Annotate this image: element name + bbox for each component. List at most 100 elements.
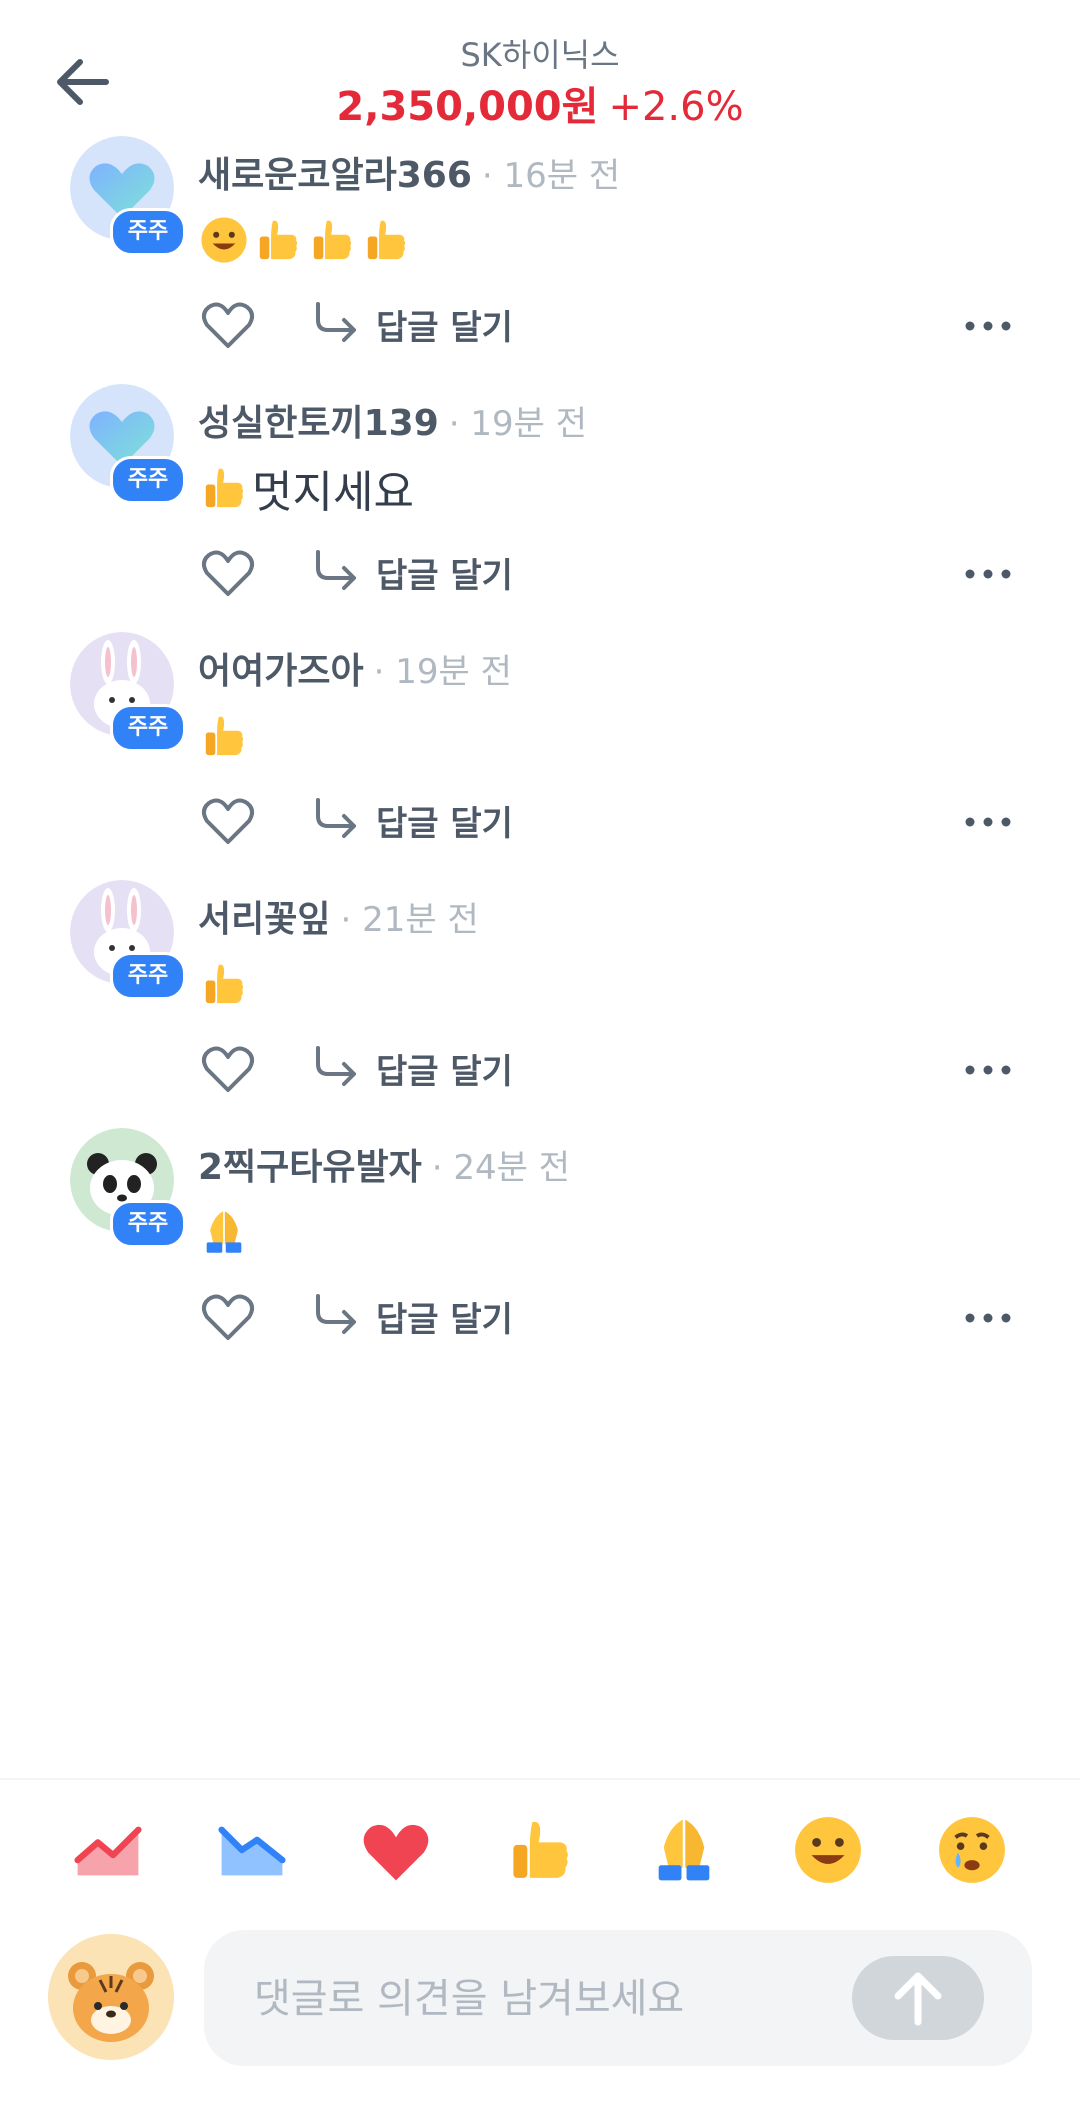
arrow-up-icon [894,1972,942,2026]
more-button[interactable] [958,542,1018,602]
folded-hands-emoji [206,1211,242,1253]
shareholder-badge: 주주 [110,208,186,256]
heart-outline-icon [202,302,254,348]
more-dots-icon [965,569,1011,579]
comment-actions: 답글 달기 [198,1286,1018,1350]
thumbs-up-emoji [205,964,244,1004]
author-name: 2찍구타유발자 [198,1147,422,1188]
more-button[interactable] [958,294,1018,354]
comment-author[interactable]: 서리꽃잎 · 21분 전 [198,890,479,942]
comment-author[interactable]: 성실한토끼139 · 19분 전 [198,394,587,446]
comment-author[interactable]: 새로운코알라366 · 16분 전 [198,146,620,198]
avatar[interactable]: 주주 [70,136,186,256]
shareholder-badge: 주주 [110,952,186,1000]
reaction-crying-face-button[interactable] [934,1812,1010,1888]
reply-arrow-icon [316,798,356,838]
reaction-folded-hands-button[interactable] [646,1812,722,1888]
comment-body [198,954,252,1014]
comment-actions: 답글 달기 [198,790,1018,854]
thumbs-up-emoji [360,214,412,266]
thumbs-up-emoji [313,220,352,260]
header: SK하이닉스 2,350,000원 +2.6% [0,0,1080,150]
reply-button[interactable]: 답글 달기 [310,542,513,602]
comment-item: 주주 2찍구타유발자 · 24분 전답글 달기 [0,1128,1080,1428]
my-avatar[interactable] [48,1934,174,2060]
shareholder-badge: 주주 [110,1200,186,1248]
comment-author[interactable]: 어여가즈아 · 19분 전 [198,642,512,694]
comment-time: · 16분 전 [481,156,621,196]
like-button[interactable] [198,1286,258,1346]
stock-name: SK하이닉스 [460,36,620,74]
comment-actions: 답글 달기 [198,294,1018,358]
more-button[interactable] [958,1286,1018,1346]
like-button[interactable] [198,294,258,354]
thumbs-up-emoji [367,220,406,260]
tiger-avatar-icon [48,1934,174,2060]
reply-button[interactable]: 답글 달기 [310,790,513,850]
reply-label: 답글 달기 [376,555,513,596]
thumbs-up-emoji [205,716,244,756]
thumbs-up-emoji [198,710,250,762]
avatar[interactable]: 주주 [70,384,186,504]
reply-arrow-icon [316,1294,356,1334]
reaction-heart-button[interactable] [358,1812,434,1888]
more-button[interactable] [958,1038,1018,1098]
reaction-smiley-button[interactable] [790,1812,866,1888]
thumbs-up-emoji [306,214,358,266]
heart-outline-icon [202,1294,254,1340]
comment-time: · 19분 전 [373,652,512,692]
price-value: 2,350,000원 [336,84,599,130]
comment-author[interactable]: 2찍구타유발자 · 24분 전 [198,1138,570,1190]
reply-label: 답글 달기 [376,1299,513,1340]
avatar[interactable]: 주주 [70,880,186,1000]
like-button[interactable] [198,790,258,850]
smiley-emoji [201,217,247,263]
reply-button[interactable]: 답글 달기 [310,1286,513,1346]
avatar[interactable]: 주주 [70,1128,186,1248]
reply-arrow-icon [316,302,356,342]
crying-face-icon [939,1817,1005,1883]
more-dots-icon [965,817,1011,827]
reply-label: 답글 달기 [376,803,513,844]
comment-time: · 21분 전 [340,900,479,940]
comment-time: · 19분 전 [448,404,587,444]
comment-input[interactable] [252,1930,816,2068]
heart-outline-icon [202,798,254,844]
comment-body [198,706,252,766]
avatar[interactable]: 주주 [70,632,186,752]
send-button[interactable] [852,1956,984,2040]
author-name: 새로운코알라366 [198,155,472,196]
folded-hands-icon [658,1819,710,1881]
smiley-emoji [198,214,250,266]
chart-down-icon [218,1826,286,1876]
more-dots-icon [965,1065,1011,1075]
reply-label: 답글 달기 [376,1051,513,1092]
thumbs-up-emoji [198,958,250,1010]
thumbs-up-emoji [252,214,304,266]
comment-actions: 답글 달기 [198,542,1018,606]
more-button[interactable] [958,790,1018,850]
shareholder-badge: 주주 [110,456,186,504]
reply-arrow-icon [316,1046,356,1086]
smiley-icon [795,1817,861,1883]
reaction-chart-up-button[interactable] [70,1812,146,1888]
heart-outline-icon [202,1046,254,1092]
folded-hands-emoji [198,1206,250,1258]
stock-price: 2,350,000원 +2.6% [0,74,1080,132]
heart-outline-icon [202,550,254,596]
like-button[interactable] [198,1038,258,1098]
reply-button[interactable]: 답글 달기 [310,294,513,354]
reaction-chart-down-button[interactable] [214,1812,290,1888]
more-dots-icon [965,321,1011,331]
thumbs-up-emoji [205,468,244,508]
comment-text: 멋지세요 [252,467,414,518]
comment-input-box [204,1930,1032,2068]
reply-button[interactable]: 답글 달기 [310,1038,513,1098]
thumbs-up-emoji [198,462,250,514]
reaction-thumbs-up-button[interactable] [502,1812,578,1888]
heart-icon [363,1824,429,1881]
reply-arrow-icon [316,550,356,590]
author-name: 서리꽃잎 [198,899,331,940]
like-button[interactable] [198,542,258,602]
comment-body: 멋지세요 [198,458,414,518]
